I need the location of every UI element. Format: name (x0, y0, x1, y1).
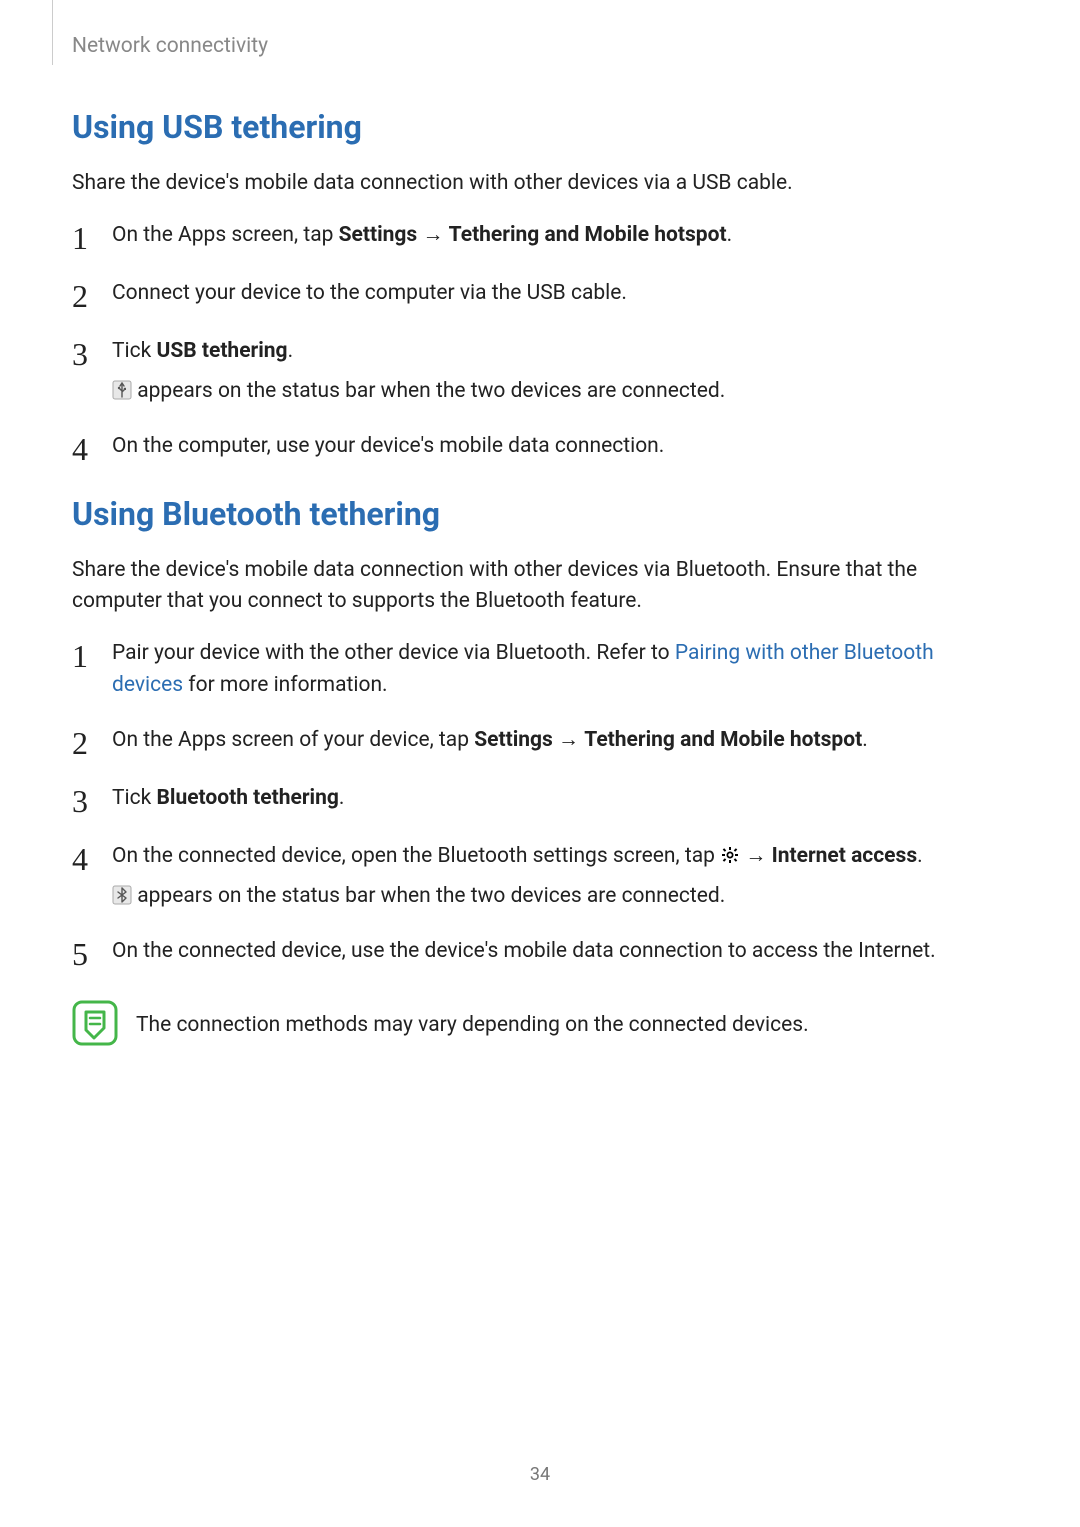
step-bt-2: On the Apps screen of your device, tap S… (72, 725, 1008, 759)
settings-label: Settings (474, 728, 553, 752)
steps-usb: On the Apps screen, tap Settings → Tethe… (72, 220, 1008, 465)
step-sub-text: appears on the status bar when the two d… (132, 379, 725, 403)
arrow: → (417, 223, 448, 247)
step-usb-3: Tick USB tethering. appears on the statu… (72, 336, 1008, 407)
bluetooth-tethering-label: Bluetooth tethering (156, 786, 338, 810)
note-text: The connection methods may vary dependin… (136, 1000, 809, 1042)
step-text: On the connected device, use the device'… (112, 939, 936, 963)
steps-bt: Pair your device with the other device v… (72, 638, 1008, 970)
arrow: → (553, 728, 584, 752)
step-text: Pair your device with the other device v… (112, 641, 675, 665)
step-text: Tick (112, 339, 156, 363)
step-bt-1: Pair your device with the other device v… (72, 638, 1008, 701)
step-text: Connect your device to the computer via … (112, 281, 627, 305)
step-usb-4: On the computer, use your device's mobil… (72, 431, 1008, 465)
breadcrumb: Network connectivity (72, 34, 268, 58)
section-title-bt: Using Bluetooth tethering (72, 495, 1008, 533)
step-text: On the computer, use your device's mobil… (112, 434, 664, 458)
usb-status-icon (112, 380, 132, 400)
step-text: . (727, 223, 733, 247)
step-bt-5: On the connected device, use the device'… (72, 936, 1008, 970)
step-text: On the Apps screen, tap (112, 223, 339, 247)
step-text: On the Apps screen of your device, tap (112, 728, 474, 752)
intro-bt: Share the device's mobile data connectio… (72, 555, 1008, 616)
page-number: 34 (0, 1464, 1080, 1485)
step-bt-4: On the connected device, open the Blueto… (72, 841, 1008, 912)
step-usb-2: Connect your device to the computer via … (72, 278, 1008, 312)
intro-usb: Share the device's mobile data connectio… (72, 168, 1008, 198)
step-sub-text: appears on the status bar when the two d… (132, 884, 725, 908)
section-title-usb: Using USB tethering (72, 108, 1008, 146)
step-bt-3: Tick Bluetooth tethering. (72, 783, 1008, 817)
step-text: . (339, 786, 345, 810)
left-margin-rule (52, 0, 53, 65)
gear-icon (720, 845, 740, 865)
tethering-label: Tethering and Mobile hotspot (584, 728, 862, 752)
step-text: for more information. (183, 673, 388, 697)
step-text: . (288, 339, 294, 363)
tethering-label: Tethering and Mobile hotspot (449, 223, 727, 247)
step-usb-1: On the Apps screen, tap Settings → Tethe… (72, 220, 1008, 254)
bluetooth-status-icon (112, 885, 132, 905)
internet-access-label: Internet access (772, 844, 918, 868)
page-content: Using USB tethering Share the device's m… (72, 100, 1008, 1046)
settings-label: Settings (339, 223, 418, 247)
step-text: On the connected device, open the Blueto… (112, 844, 720, 868)
note-box: The connection methods may vary dependin… (72, 1000, 1008, 1046)
step-text: . (917, 844, 923, 868)
step-text: . (862, 728, 868, 752)
note-icon (72, 1000, 118, 1046)
step-text: Tick (112, 786, 156, 810)
arrow: → (740, 844, 771, 868)
usb-tethering-label: USB tethering (156, 339, 287, 363)
